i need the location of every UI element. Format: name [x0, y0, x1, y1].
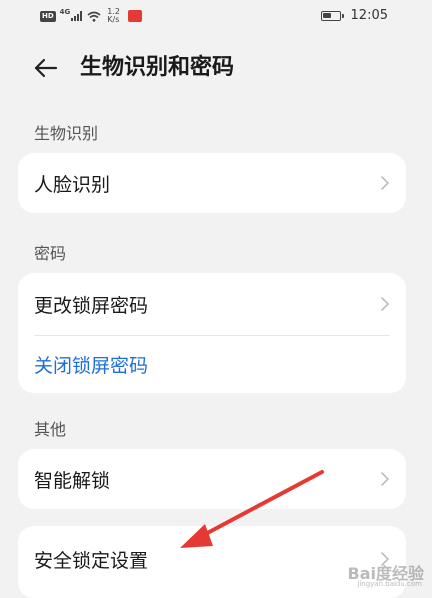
watermark-url: jingyan.baidu.com: [357, 580, 422, 588]
back-button[interactable]: [30, 52, 62, 84]
status-bar-left: HD 4G 1.2 K/s: [40, 8, 143, 24]
signal-icon: [71, 11, 83, 21]
smart-unlock-label: 智能解锁: [34, 469, 111, 492]
network-speed: 1.2 K/s: [107, 8, 120, 24]
disable-lock-password-item[interactable]: 关闭锁屏密码: [18, 336, 406, 393]
section-label-other: 其他: [34, 420, 67, 439]
battery-icon: [320, 10, 344, 21]
card-smart-unlock: 智能解锁: [18, 449, 406, 509]
network-speed-unit: K/s: [107, 15, 120, 24]
chevron-right-icon: [381, 297, 389, 311]
status-bar-right: 12:05: [320, 8, 388, 23]
hd-badge: HD: [40, 10, 56, 22]
section-label-password: 密码: [34, 244, 67, 263]
smart-unlock-item[interactable]: 智能解锁: [18, 449, 406, 509]
notification-app-icon: [128, 10, 143, 22]
chevron-right-icon: [381, 472, 389, 486]
page-title: 生物识别和密码: [80, 55, 235, 80]
chevron-right-icon: [381, 176, 389, 190]
disable-lock-password-label: 关闭锁屏密码: [34, 355, 149, 377]
status-time: 12:05: [350, 8, 388, 23]
face-recognition-item[interactable]: 人脸识别: [18, 153, 406, 213]
card-biometric: 人脸识别: [18, 153, 406, 213]
status-bar: HD 4G 1.2 K/s 12:05: [0, 0, 432, 32]
face-recognition-label: 人脸识别: [34, 173, 111, 196]
back-arrow-icon: [34, 58, 58, 78]
wifi-icon: [87, 11, 101, 22]
change-lock-password-item[interactable]: 更改锁屏密码: [18, 273, 406, 335]
change-lock-password-label: 更改锁屏密码: [34, 294, 149, 317]
section-label-biometric: 生物识别: [34, 124, 99, 143]
header: 生物识别和密码: [0, 44, 432, 92]
card-password: 更改锁屏密码 关闭锁屏密码: [18, 273, 406, 393]
network-type: 4G: [59, 8, 71, 16]
battery-level: [322, 12, 331, 18]
